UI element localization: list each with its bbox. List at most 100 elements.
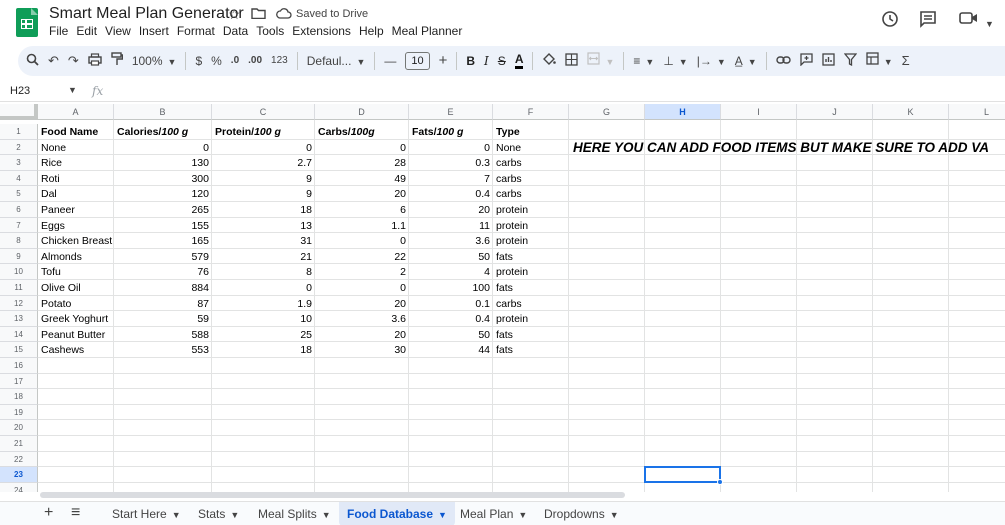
table-cell[interactable]: 884: [114, 282, 212, 295]
table-cell[interactable]: 3.6: [315, 313, 409, 326]
table-cell[interactable]: 165: [114, 235, 212, 248]
row-header-20[interactable]: 20: [0, 420, 38, 436]
header-cell-type[interactable]: Type: [493, 126, 569, 139]
table-cell[interactable]: 22: [315, 251, 409, 264]
table-cell[interactable]: 0.4: [409, 313, 493, 326]
table-cell[interactable]: Dal: [38, 188, 114, 201]
chevron-down-icon[interactable]: ▼: [438, 510, 447, 520]
merge-cells-icon[interactable]: ▼: [587, 52, 614, 70]
paint-format-icon[interactable]: [111, 52, 124, 70]
table-cell[interactable]: 20: [315, 298, 409, 311]
sheet-grid[interactable]: A B C D E F G H I J K L 1 2 3 4 5 6 7 8 9 10 11 12 13 14 15 16 17 18 1…: [0, 104, 1005, 492]
table-cell[interactable]: 155: [114, 220, 212, 233]
table-cell[interactable]: 130: [114, 157, 212, 170]
table-cell[interactable]: None: [493, 142, 569, 155]
row-header-4[interactable]: 4: [0, 170, 38, 187]
meet-video-icon[interactable]: [959, 10, 979, 31]
table-cell[interactable]: Rice: [38, 157, 114, 170]
insert-link-icon[interactable]: [776, 53, 791, 69]
bold-button[interactable]: B: [466, 53, 475, 69]
column-header-j[interactable]: J: [797, 104, 873, 120]
header-cell-calories[interactable]: Calories/100 g: [114, 126, 212, 139]
decrease-font-size-button[interactable]: —: [384, 53, 396, 69]
table-cell[interactable]: 0: [114, 142, 212, 155]
row-header-23[interactable]: 23: [0, 467, 38, 483]
table-cell[interactable]: 588: [114, 329, 212, 342]
table-cell[interactable]: carbs: [493, 157, 569, 170]
filter-views-icon[interactable]: ▼: [866, 52, 893, 70]
instruction-note[interactable]: HERE YOU CAN ADD FOOD ITEMS BUT MAKE SUR…: [573, 140, 989, 155]
table-cell[interactable]: 0: [212, 282, 315, 295]
table-cell[interactable]: 30: [315, 344, 409, 357]
comments-icon[interactable]: [919, 10, 937, 33]
strikethrough-button[interactable]: S: [498, 53, 506, 69]
table-cell[interactable]: 0.3: [409, 157, 493, 170]
fill-color-icon[interactable]: [542, 52, 557, 70]
table-cell[interactable]: fats: [493, 251, 569, 264]
table-cell[interactable]: 0.1: [409, 298, 493, 311]
version-history-icon[interactable]: [881, 10, 899, 33]
row-header-10[interactable]: 10: [0, 264, 38, 280]
table-cell[interactable]: 18: [212, 204, 315, 217]
print-icon[interactable]: [88, 52, 102, 70]
table-cell[interactable]: 49: [315, 173, 409, 186]
borders-icon[interactable]: [565, 52, 579, 70]
chevron-down-icon[interactable]: ▼: [230, 510, 239, 520]
table-cell[interactable]: 0: [315, 235, 409, 248]
table-cell[interactable]: 120: [114, 188, 212, 201]
table-cell[interactable]: Greek Yoghurt: [38, 313, 114, 326]
table-cell[interactable]: Tofu: [38, 266, 114, 279]
table-cell[interactable]: 3.6: [409, 235, 493, 248]
table-cell[interactable]: 0: [409, 142, 493, 155]
table-cell[interactable]: fats: [493, 344, 569, 357]
sheet-tab-dropdowns[interactable]: Dropdowns ▼: [536, 502, 627, 525]
menu-data[interactable]: Data: [223, 24, 252, 40]
row-header-8[interactable]: 8: [0, 233, 38, 249]
menu-help[interactable]: Help: [359, 24, 388, 40]
menu-insert[interactable]: Insert: [139, 24, 173, 40]
menu-format[interactable]: Format: [177, 24, 219, 40]
sheet-tab-food-database[interactable]: Food Database ▼: [339, 502, 455, 525]
table-cell[interactable]: 44: [409, 344, 493, 357]
chevron-down-icon[interactable]: ▼: [610, 510, 619, 520]
text-wrapping-icon[interactable]: |→ ▼: [697, 53, 726, 70]
table-cell[interactable]: 0.4: [409, 188, 493, 201]
table-cell[interactable]: 0: [315, 142, 409, 155]
table-cell[interactable]: protein: [493, 266, 569, 279]
table-cell[interactable]: 2.7: [212, 157, 315, 170]
table-cell[interactable]: carbs: [493, 188, 569, 201]
table-cell[interactable]: 59: [114, 313, 212, 326]
move-folder-icon[interactable]: [251, 6, 266, 22]
row-header-1[interactable]: 1: [0, 124, 38, 140]
vertical-align-icon[interactable]: ⊥ ▼: [663, 53, 687, 70]
table-cell[interactable]: 2: [315, 266, 409, 279]
menu-meal-planner[interactable]: Meal Planner: [392, 24, 467, 40]
table-cell[interactable]: fats: [493, 282, 569, 295]
row-header-17[interactable]: 17: [0, 373, 38, 390]
column-header-f[interactable]: F: [493, 104, 569, 120]
header-cell-protein[interactable]: Protein/100 g: [212, 126, 315, 139]
table-cell[interactable]: 9: [212, 173, 315, 186]
search-menus-icon[interactable]: [26, 53, 39, 70]
table-cell[interactable]: 50: [409, 329, 493, 342]
table-cell[interactable]: 31: [212, 235, 315, 248]
decrease-decimal-button[interactable]: .0: [231, 53, 239, 69]
insert-comment-icon[interactable]: [800, 52, 813, 70]
table-cell[interactable]: 76: [114, 266, 212, 279]
table-cell[interactable]: Roti: [38, 173, 114, 186]
table-cell[interactable]: carbs: [493, 298, 569, 311]
column-header-g[interactable]: G: [569, 104, 645, 120]
currency-format-button[interactable]: $: [195, 53, 202, 69]
sheets-logo-icon[interactable]: [16, 8, 38, 37]
row-header-16[interactable]: 16: [0, 358, 38, 374]
table-cell[interactable]: 20: [315, 329, 409, 342]
table-cell[interactable]: 20: [315, 188, 409, 201]
table-cell[interactable]: Peanut Butter: [38, 329, 114, 342]
zoom-select[interactable]: 100% ▼: [132, 53, 177, 70]
column-header-k[interactable]: K: [873, 104, 949, 120]
row-header-12[interactable]: 12: [0, 295, 38, 312]
row-header-21[interactable]: 21: [0, 436, 38, 452]
chevron-down-icon[interactable]: ▼: [172, 510, 181, 520]
select-all-corner[interactable]: [0, 104, 38, 120]
active-cell-selection[interactable]: [644, 466, 723, 485]
